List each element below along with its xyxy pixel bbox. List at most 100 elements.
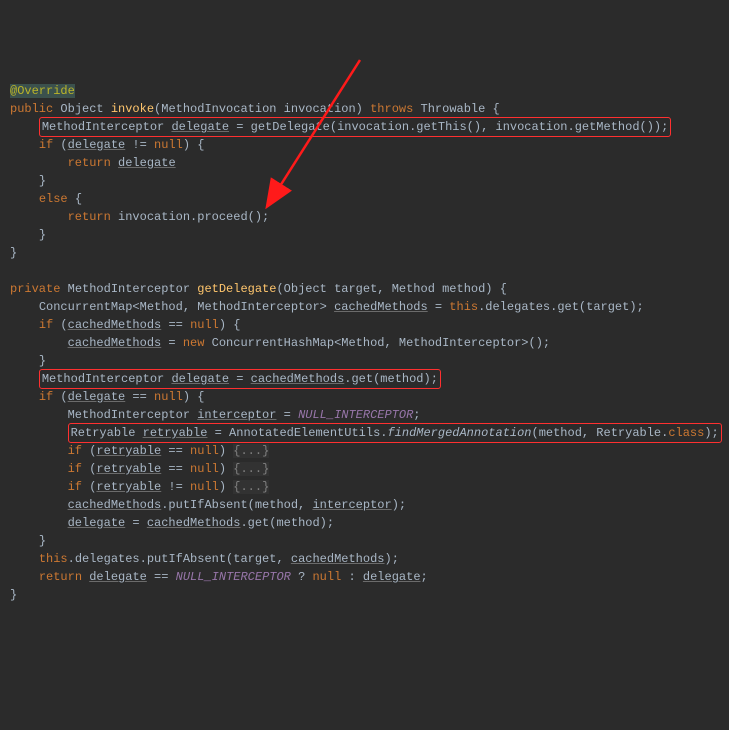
text: .delegates.get(target);	[478, 300, 644, 314]
code-line: return invocation.proceed();	[10, 208, 719, 226]
brace: }	[10, 588, 17, 602]
text: ) {	[219, 318, 241, 332]
keyword-null: null	[190, 318, 219, 332]
text: =	[428, 300, 450, 314]
text: );	[385, 552, 399, 566]
text: (Object target, Method method) {	[276, 282, 506, 296]
code-line: }	[10, 532, 719, 550]
code-line: }	[10, 172, 719, 190]
code-editor[interactable]: @Override public Object invoke(MethodInvo…	[10, 82, 719, 604]
text: ==	[161, 318, 190, 332]
constant: NULL_INTERCEPTOR	[176, 570, 291, 584]
keyword-else: else	[39, 192, 68, 206]
text: );	[392, 498, 406, 512]
annotation: @Override	[10, 84, 75, 98]
code-fold[interactable]: {...}	[233, 444, 269, 458]
text: (	[82, 444, 96, 458]
code-line: ConcurrentMap<Method, MethodInterceptor>…	[10, 298, 719, 316]
text	[111, 156, 118, 170]
method-name: invoke	[111, 102, 154, 116]
code-line: }	[10, 586, 719, 604]
var-retryable: retryable	[96, 444, 161, 458]
text: ) {	[183, 138, 205, 152]
keyword-null: null	[190, 480, 219, 494]
keyword-public: public	[10, 102, 53, 116]
code-line: MethodInterceptor delegate = getDelegate…	[10, 118, 719, 136]
text: ConcurrentHashMap<Method, MethodIntercep…	[204, 336, 550, 350]
text: :	[341, 570, 363, 584]
code-line: cachedMethods = new ConcurrentHashMap<Me…	[10, 334, 719, 352]
var-cachedMethods: cachedMethods	[334, 300, 428, 314]
code-line: if (cachedMethods == null) {	[10, 316, 719, 334]
text: ==	[147, 570, 176, 584]
text: )	[219, 480, 233, 494]
text: !=	[125, 138, 154, 152]
var-interceptor: interceptor	[312, 498, 391, 512]
text: = AnnotatedElementUtils.	[207, 426, 387, 440]
keyword-return: return	[39, 570, 82, 584]
var-delegate: delegate	[89, 570, 147, 584]
code-line: if (delegate != null) {	[10, 136, 719, 154]
var-cachedMethods: cachedMethods	[251, 372, 345, 386]
code-line: }	[10, 226, 719, 244]
code-line: if (retryable == null) {...}	[10, 460, 719, 478]
var-retryable: retryable	[96, 462, 161, 476]
var-delegate: delegate	[68, 390, 126, 404]
text: MethodInterceptor	[68, 408, 198, 422]
constant: NULL_INTERCEPTOR	[298, 408, 413, 422]
text: .get(method);	[344, 372, 438, 386]
text: (	[82, 480, 96, 494]
code-line: if (retryable == null) {...}	[10, 442, 719, 460]
keyword-if: if	[39, 390, 53, 404]
method-call: findMergedAnnotation	[387, 426, 531, 440]
brace: }	[39, 534, 46, 548]
text: ==	[161, 444, 190, 458]
text: )	[219, 444, 233, 458]
keyword-private: private	[10, 282, 60, 296]
code-line	[10, 262, 719, 280]
text: =	[161, 336, 183, 350]
code-line: delegate = cachedMethods.get(method);	[10, 514, 719, 532]
var-retryable: retryable	[143, 426, 208, 440]
code-line: return delegate	[10, 154, 719, 172]
var-retryable: retryable	[96, 480, 161, 494]
text: =	[229, 372, 251, 386]
text: .get(method);	[240, 516, 334, 530]
text: = getDelegate(invocation.getThis(), invo…	[229, 120, 668, 134]
code-line: MethodInterceptor interceptor = NULL_INT…	[10, 406, 719, 424]
keyword-if: if	[68, 444, 82, 458]
text: )	[219, 462, 233, 476]
code-line: }	[10, 244, 719, 262]
code-line: return delegate == NULL_INTERCEPTOR ? nu…	[10, 568, 719, 586]
code-line: public Object invoke(MethodInvocation in…	[10, 100, 719, 118]
keyword-null: null	[190, 462, 219, 476]
method-name: getDelegate	[197, 282, 276, 296]
keyword-if: if	[68, 480, 82, 494]
keyword-null: null	[190, 444, 219, 458]
var-delegate: delegate	[171, 120, 229, 134]
text: (	[53, 390, 67, 404]
keyword-this: this	[39, 552, 68, 566]
keyword-if: if	[39, 138, 53, 152]
code-fold[interactable]: {...}	[233, 480, 269, 494]
text: ;	[421, 570, 428, 584]
text: ConcurrentMap<Method, MethodInterceptor>	[39, 300, 334, 314]
code-line: Retryable retryable = AnnotatedElementUt…	[10, 424, 719, 442]
text: ;	[413, 408, 420, 422]
keyword-return: return	[68, 156, 111, 170]
code-line: }	[10, 352, 719, 370]
text: !=	[161, 480, 190, 494]
keyword-if: if	[39, 318, 53, 332]
code-line: cachedMethods.putIfAbsent(method, interc…	[10, 496, 719, 514]
brace: }	[39, 354, 46, 368]
var-delegate: delegate	[363, 570, 421, 584]
keyword-return: return	[68, 210, 111, 224]
text: =	[125, 516, 147, 530]
code-fold[interactable]: {...}	[233, 462, 269, 476]
var-cachedMethods: cachedMethods	[68, 318, 162, 332]
var-delegate: delegate	[68, 138, 126, 152]
var-interceptor: interceptor	[197, 408, 276, 422]
keyword-class: class	[668, 426, 704, 440]
highlight-box: MethodInterceptor delegate = getDelegate…	[39, 117, 672, 137]
code-line: this.delegates.putIfAbsent(target, cache…	[10, 550, 719, 568]
